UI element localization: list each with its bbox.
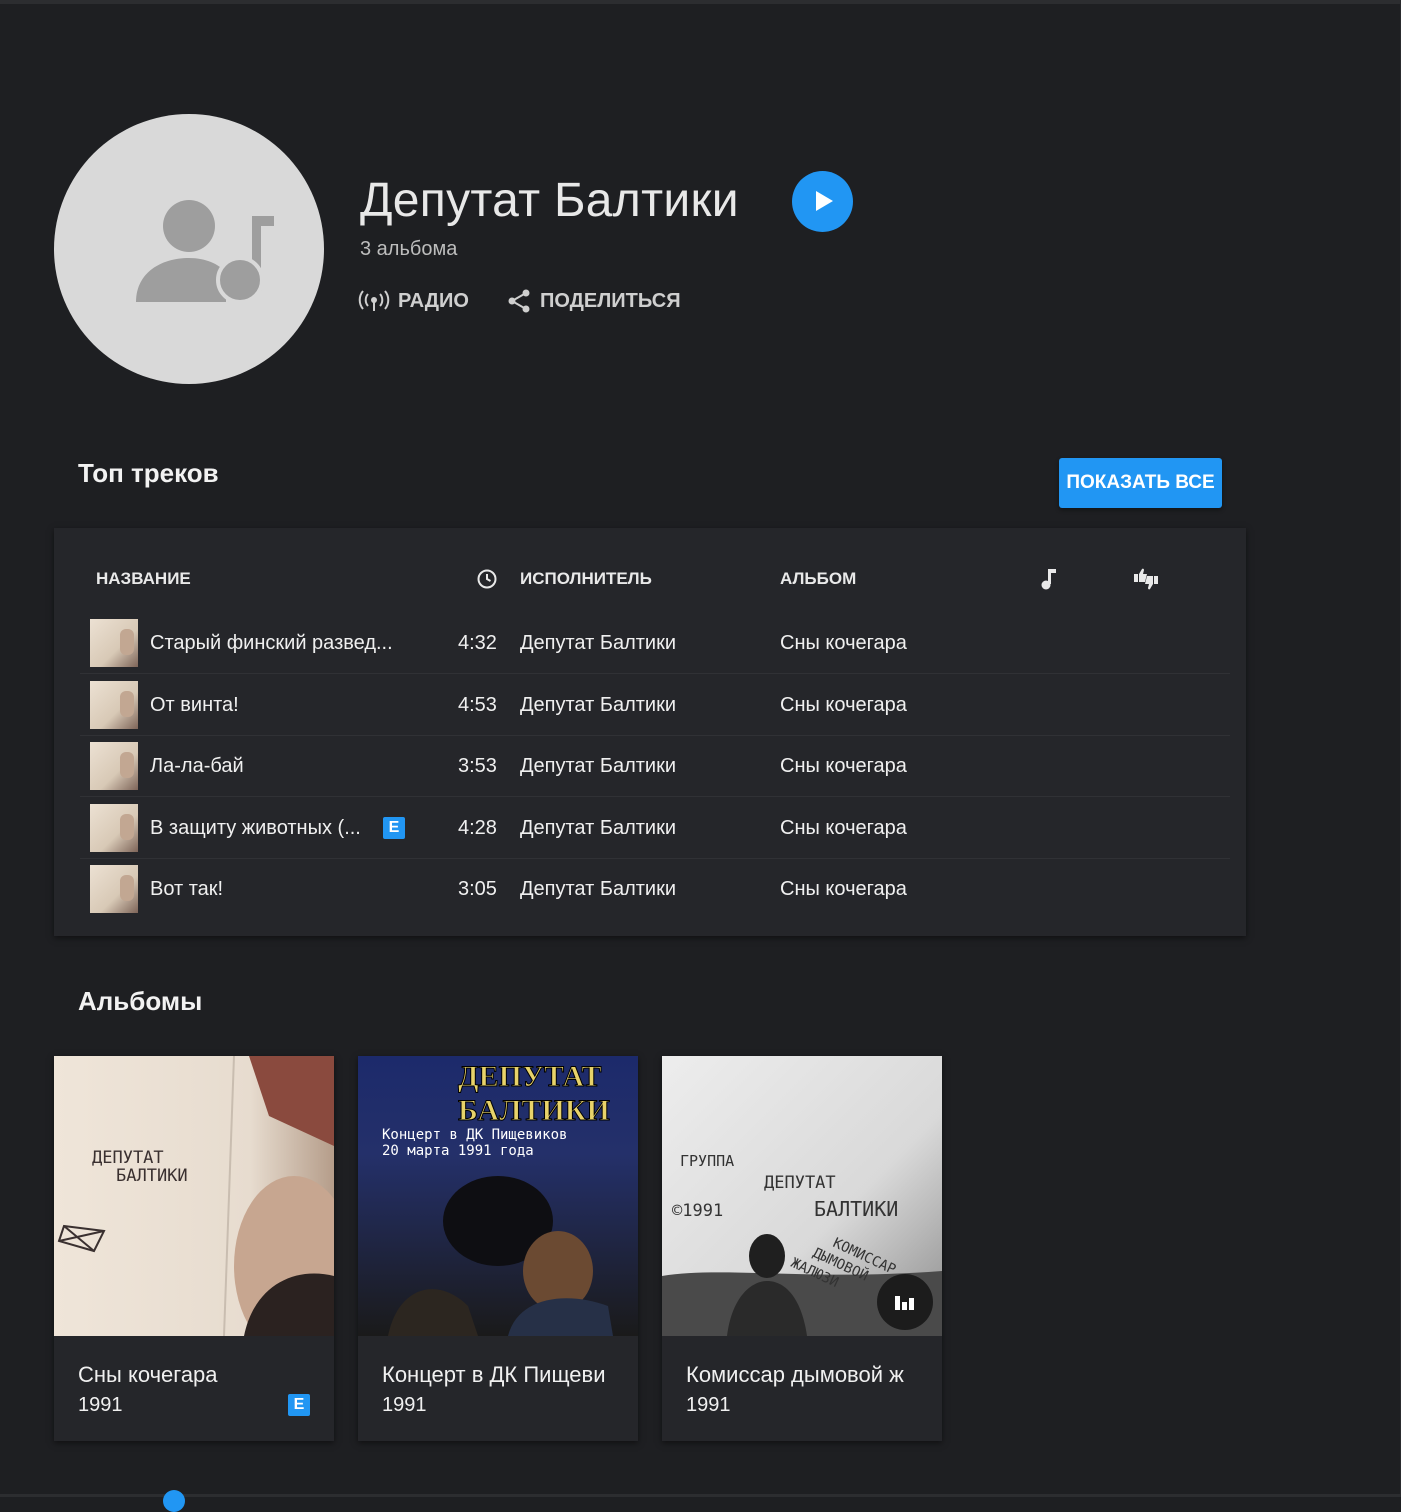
track-title[interactable]: Ла-ла-бай	[150, 754, 244, 778]
albums-count: 3 альбома	[360, 238, 458, 260]
track-album[interactable]: Сны кочегара	[780, 754, 907, 778]
track-album[interactable]: Сны кочегара	[780, 631, 907, 655]
show-all-button[interactable]: ПОКАЗАТЬ ВСЕ	[1059, 458, 1222, 508]
track-artist[interactable]: Депутат Балтики	[520, 816, 676, 840]
radio-label: РАДИО	[398, 289, 469, 312]
track-duration: 4:32	[458, 632, 497, 654]
track-title[interactable]: От винта!	[150, 693, 239, 717]
thumbs-rating-icon[interactable]	[1132, 566, 1160, 592]
track-album[interactable]: Сны кочегара	[780, 877, 907, 901]
radio-button[interactable]: РАДИО	[358, 284, 469, 318]
track-row[interactable]: Ла-ла-бай 3:53 Депутат Балтики Сны кочегара	[80, 735, 1230, 797]
album-card[interactable]: ДЕПУТАТ БАЛТИКИ Концерт в ДК Пищевиков 2…	[358, 1056, 638, 1441]
now-playing-indicator[interactable]	[877, 1274, 933, 1330]
cover-text-line: ДЕПУТАТ	[92, 1148, 164, 1168]
cover-text-line: 20 марта 1991 года	[382, 1143, 534, 1159]
cover-text-line: БАЛТИКИ	[814, 1197, 898, 1221]
scroll-indicator[interactable]	[163, 1490, 185, 1512]
track-duration: 4:53	[458, 693, 497, 716]
track-duration: 3:05	[458, 878, 497, 900]
explicit-badge: E	[383, 816, 405, 839]
track-row[interactable]: От винта! 4:53 Депутат Балтики Сны кочегара	[80, 674, 1230, 736]
track-duration: 3:53	[458, 755, 497, 777]
play-icon	[816, 191, 833, 211]
track-cover-thumbnail[interactable]	[90, 742, 138, 790]
share-label: ПОДЕЛИТЬСЯ	[540, 289, 681, 312]
track-cover-thumbnail[interactable]	[90, 619, 138, 667]
track-album[interactable]: Сны кочегара	[780, 816, 907, 840]
music-note-icon[interactable]	[1039, 567, 1057, 591]
artist-placeholder-icon	[136, 200, 274, 304]
cover-text-line: БАЛТИКИ	[458, 1094, 610, 1127]
top-divider	[0, 0, 1401, 4]
track-artist[interactable]: Депутат Балтики	[520, 754, 676, 778]
radio-icon	[358, 290, 390, 311]
track-title[interactable]: В защиту животных (...	[150, 816, 361, 840]
column-header-artist[interactable]: ИСПОЛНИТЕЛЬ	[520, 568, 652, 590]
album-title[interactable]: Сны кочегара	[78, 1362, 326, 1388]
cover-text-line: ГРУППА	[680, 1152, 734, 1170]
track-title[interactable]: Вот так!	[150, 877, 223, 901]
artist-name: Депутат Балтики	[360, 174, 739, 227]
share-icon	[508, 289, 530, 313]
album-cover[interactable]: ДЕПУТАТ БАЛТИКИ	[54, 1056, 334, 1336]
column-header-album[interactable]: АЛЬБОМ	[780, 568, 856, 590]
track-row[interactable]: В защиту животных (... E 4:28 Депутат Балти…	[80, 797, 1230, 859]
cover-text-line: БАЛТИКИ	[116, 1166, 188, 1186]
play-artist-button[interactable]	[792, 171, 853, 232]
album-cover[interactable]: ГРУППА ДЕПУТАТ БАЛТИКИ ©1991 КОМИССАР ДЫ…	[662, 1056, 942, 1336]
cover-text-line: ©1991	[672, 1201, 723, 1221]
artist-avatar	[54, 114, 324, 384]
explicit-badge: E	[288, 1394, 310, 1416]
top-tracks-heading: Топ треков	[78, 458, 219, 488]
track-artist[interactable]: Депутат Балтики	[520, 631, 676, 655]
cover-text-line: ДЕПУТАТ	[458, 1060, 602, 1093]
track-title[interactable]: Старый финский развед...	[150, 631, 393, 655]
cover-text-line: ДЕПУТАТ	[764, 1173, 836, 1193]
share-button[interactable]: ПОДЕЛИТЬСЯ	[506, 284, 681, 318]
top-tracks-table: НАЗВАНИЕ ИСПОЛНИТЕЛЬ АЛЬБОМ Старый финск…	[54, 528, 1246, 936]
track-artist[interactable]: Депутат Балтики	[520, 877, 676, 901]
album-card[interactable]: ГРУППА ДЕПУТАТ БАЛТИКИ ©1991 КОМИССАР ДЫ…	[662, 1056, 942, 1441]
track-duration: 4:28	[458, 816, 497, 839]
track-cover-thumbnail[interactable]	[90, 680, 138, 729]
track-artist[interactable]: Депутат Балтики	[520, 693, 676, 717]
album-year: 1991	[686, 1394, 731, 1416]
album-title[interactable]: Концерт в ДК Пищеви	[382, 1362, 630, 1388]
album-year: 1991	[382, 1394, 427, 1416]
column-header-name[interactable]: НАЗВАНИЕ	[96, 568, 191, 590]
album-year: 1991	[78, 1394, 123, 1416]
track-album[interactable]: Сны кочегара	[780, 693, 907, 717]
equalizer-icon	[895, 1296, 914, 1310]
clock-icon[interactable]	[476, 568, 498, 590]
track-row[interactable]: Старый финский развед... 4:32 Депутат Балт…	[80, 612, 1230, 674]
cover-text-line: Концерт в ДК Пищевиков	[382, 1127, 567, 1143]
track-cover-thumbnail[interactable]	[90, 803, 138, 852]
album-title[interactable]: Комиссар дымовой ж	[686, 1362, 934, 1388]
track-cover-thumbnail[interactable]	[90, 865, 138, 913]
track-row[interactable]: Вот так! 3:05 Депутат Балтики Сны кочегара	[80, 858, 1230, 919]
album-cover[interactable]: ДЕПУТАТ БАЛТИКИ Концерт в ДК Пищевиков 2…	[358, 1056, 638, 1336]
album-card[interactable]: ДЕПУТАТ БАЛТИКИ Сны кочегара 1991 E	[54, 1056, 334, 1441]
albums-heading: Альбомы	[78, 986, 203, 1016]
